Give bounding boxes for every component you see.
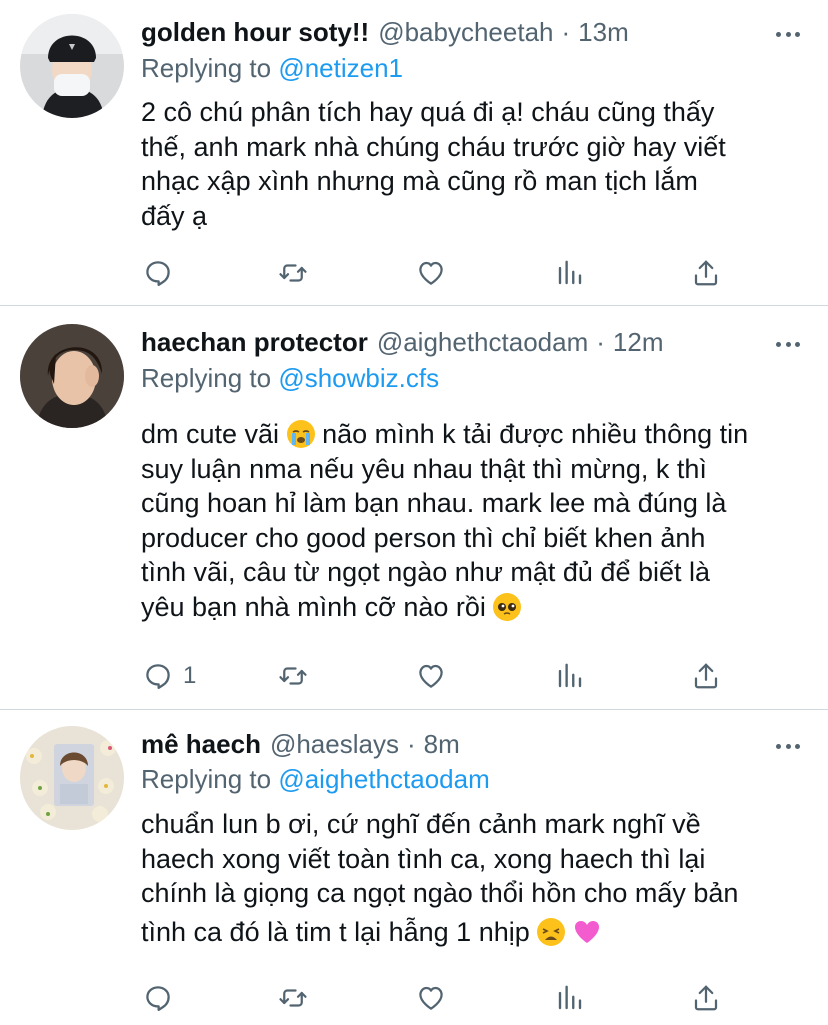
tweet-text-line: cũng hoan hỉ làm bạn nhau. mark lee mà đ… (141, 488, 727, 518)
share-button[interactable] (691, 978, 721, 1018)
more-icon[interactable] (776, 334, 800, 354)
replying-to: Replying to @showbiz.cfs (141, 361, 439, 395)
replying-to-label: Replying to (141, 764, 272, 794)
avatar-image (20, 726, 124, 830)
analytics-icon (558, 663, 582, 688)
like-icon (419, 986, 443, 1010)
tweet-header: mê haech @haeslays · 8m (141, 727, 828, 761)
display-name[interactable]: mê haech (141, 727, 261, 761)
retweet-icon (279, 989, 307, 1007)
replying-to-label: Replying to (141, 53, 272, 83)
user-handle[interactable]: @haeslays (270, 727, 399, 761)
separator-dot: · (596, 327, 605, 357)
reply-button[interactable]: 1 (143, 656, 196, 696)
replying-to-label: Replying to (141, 363, 272, 393)
timestamp[interactable]: 13m (578, 15, 629, 49)
tweet[interactable]: golden hour soty!! @babycheetah · 13m Re… (0, 0, 828, 305)
retweet-icon (279, 264, 307, 282)
analytics-button[interactable] (555, 656, 585, 696)
retweet-icon (279, 667, 307, 685)
tweet-text: 2 cô chú phân tích hay quá đi ạ! cháu cũ… (141, 95, 801, 233)
tweet-text-line: 2 cô chú phân tích hay quá đi ạ! cháu cũ… (141, 97, 715, 127)
avatar-image (20, 324, 124, 428)
reply-mention-link[interactable]: @aighethctaodam (278, 764, 489, 794)
analytics-icon (558, 260, 582, 285)
tweet-text-line: tình ca đó là tim t lại hẫng 1 nhịp (141, 915, 801, 950)
tweet[interactable]: haechan protector @aighethctaodam · 12m … (0, 306, 828, 709)
tweet-text-segment: yêu bạn nhà mình cỡ nào rồi (141, 591, 486, 622)
reply-mention-link[interactable]: @showbiz.cfs (278, 363, 439, 393)
reply-icon (146, 664, 170, 689)
tweet-header: golden hour soty!! @babycheetah · 13m (141, 15, 828, 49)
like-icon (419, 261, 443, 285)
tweet-text: chuẩn lun b ơi, cứ nghĩ đến cảnh mark ng… (141, 807, 801, 949)
reply-icon (146, 261, 170, 286)
tweet-text-segment: tình ca đó là tim t lại hẫng 1 nhịp (141, 916, 530, 947)
tweet-text-line: chuẩn lun b ơi, cứ nghĩ đến cảnh mark ng… (141, 809, 701, 839)
tweet-text-line: tình vãi, câu từ ngọt ngào như mật đủ để… (141, 557, 711, 587)
tweet[interactable]: mê haech @haeslays · 8m Replying to @aig… (0, 710, 828, 1025)
tweet-text-line: nhạc xập xình nhưng mà cũng rồ man tịch … (141, 166, 698, 196)
tweet-text-segment: não mình k tải được nhiều thông tin (322, 419, 749, 449)
analytics-button[interactable] (555, 978, 585, 1018)
share-icon (694, 985, 718, 1011)
pink-heart-emoji-icon (573, 918, 601, 946)
reply-button[interactable] (143, 253, 183, 293)
share-icon (694, 663, 718, 689)
tweet-text: dm cute vãi não mình k tải được nhiều th… (141, 417, 801, 624)
reply-count: 1 (183, 662, 197, 689)
tweet-actions (0, 978, 828, 1018)
retweet-button[interactable] (278, 253, 308, 293)
like-icon (419, 664, 443, 688)
tweet-text-segment: dm cute vãi (141, 419, 280, 449)
tweet-text-line: haech xong viết toàn tình ca, xong haech… (141, 843, 706, 874)
avatar-image (20, 14, 124, 118)
like-button[interactable] (416, 656, 446, 696)
reply-button[interactable] (143, 978, 183, 1018)
tweet-actions: 1 (0, 656, 828, 696)
tweet-text-line: producer cho good person thì chỉ biết kh… (141, 522, 706, 553)
tweet-text-line: đấy ạ (141, 200, 208, 231)
more-icon[interactable] (776, 24, 800, 44)
like-button[interactable] (416, 253, 446, 293)
tweet-actions (0, 253, 828, 293)
more-icon[interactable] (776, 736, 800, 756)
tweet-text-line: dm cute vãi não mình k tải được nhiều th… (141, 417, 801, 452)
retweet-button[interactable] (278, 978, 308, 1018)
analytics-button[interactable] (555, 253, 585, 293)
share-icon (694, 260, 718, 286)
pleading-face-emoji-icon (493, 592, 522, 621)
share-button[interactable] (691, 253, 721, 293)
timestamp[interactable]: 12m (613, 325, 664, 359)
replying-to: Replying to @netizen1 (141, 51, 403, 85)
user-handle[interactable]: @aighethctaodam (377, 325, 588, 359)
reply-icon (146, 986, 170, 1011)
reply-mention-link[interactable]: @netizen1 (278, 53, 403, 83)
tweet-header: haechan protector @aighethctaodam · 12m (141, 325, 828, 359)
avatar[interactable] (20, 726, 124, 830)
crying-face-emoji-icon (286, 420, 315, 448)
separator-dot: · (406, 729, 416, 759)
retweet-button[interactable] (278, 656, 308, 696)
avatar[interactable] (20, 324, 124, 428)
tweet-text-line: yêu bạn nhà mình cỡ nào rồi (141, 590, 801, 625)
like-button[interactable] (416, 978, 446, 1018)
share-button[interactable] (691, 656, 721, 696)
user-handle[interactable]: @babycheetah (378, 15, 553, 49)
display-name[interactable]: haechan protector (141, 325, 368, 359)
analytics-icon (558, 985, 582, 1010)
replying-to: Replying to @aighethctaodam (141, 762, 490, 796)
separator-dot: · (561, 17, 571, 47)
tweet-text-line: thế, anh mark nhà chúng cháu trước giờ h… (141, 131, 726, 162)
timestamp[interactable]: 8m (424, 727, 460, 761)
weary-face-emoji-icon (537, 917, 566, 946)
avatar[interactable] (20, 14, 124, 118)
tweet-text-line: chính là giọng ca ngọt ngào thổi hồn cho… (141, 878, 739, 908)
display-name[interactable]: golden hour soty!! (141, 15, 369, 49)
tweet-text-line: suy luận nma nếu yêu nhau thật thì mừng,… (141, 453, 707, 484)
